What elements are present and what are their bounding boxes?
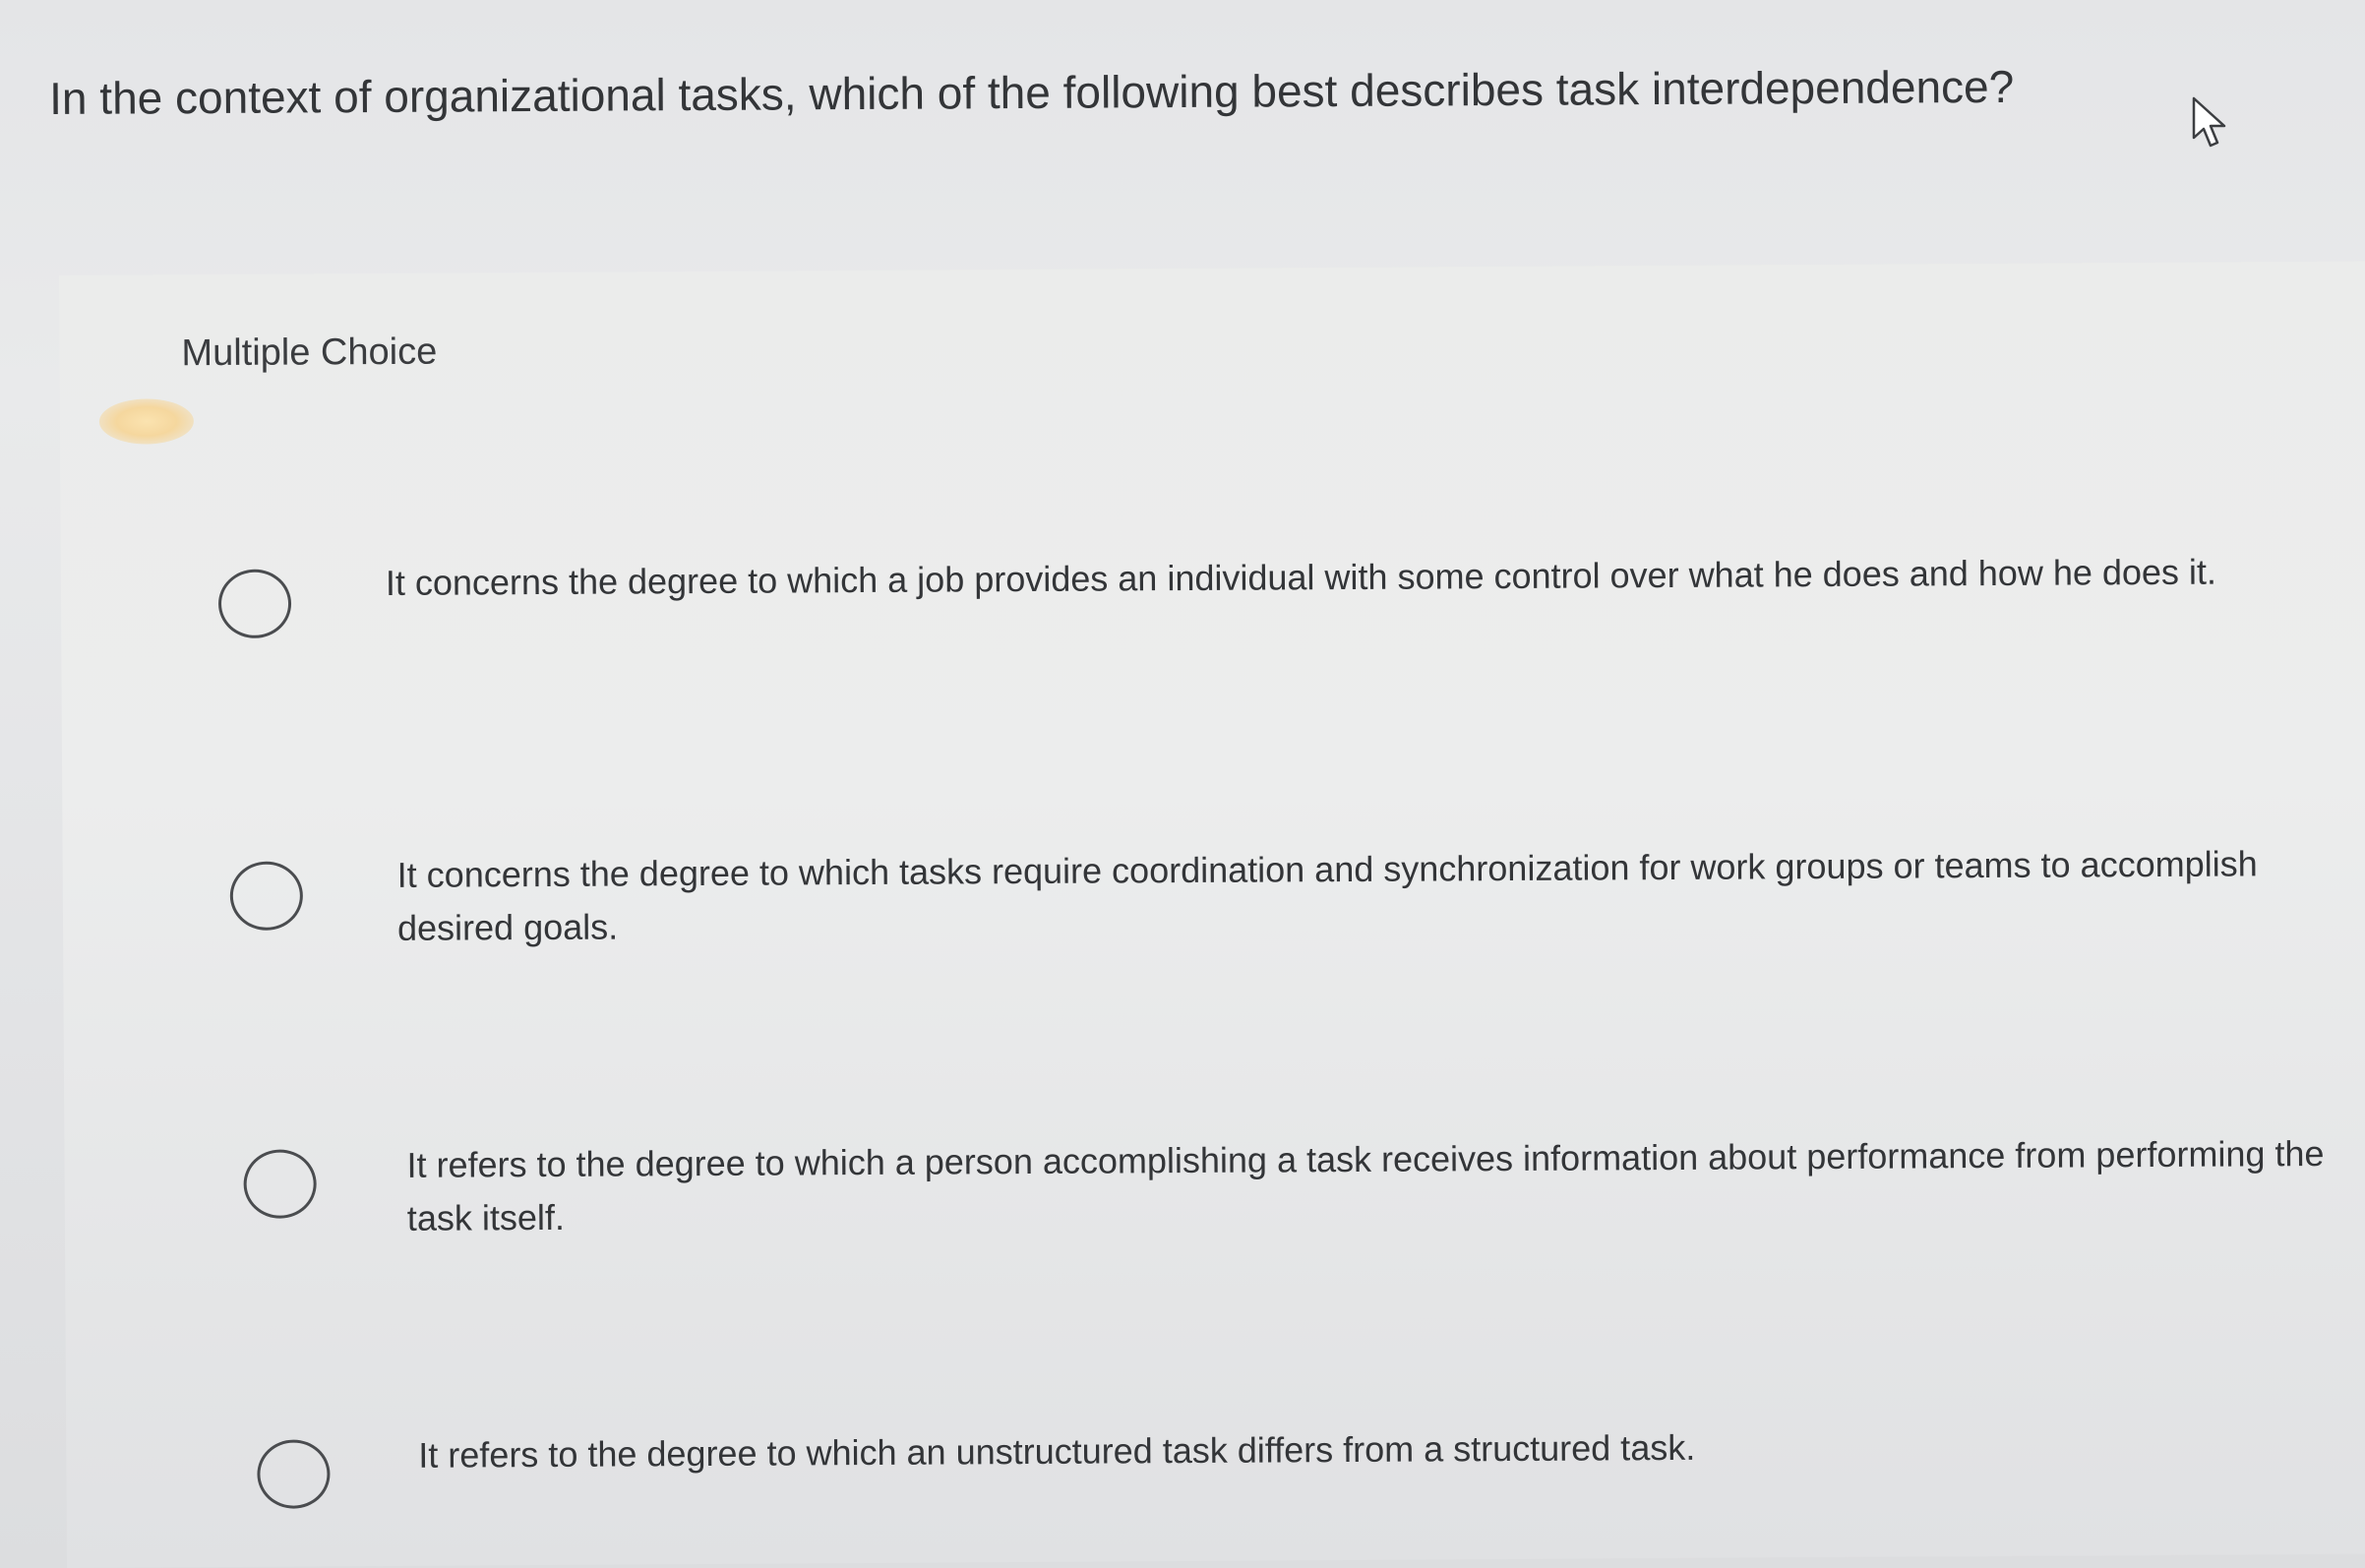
radio-unselected-icon[interactable] (257, 1439, 331, 1509)
multiple-choice-panel: Multiple Choice It concerns the degree t… (59, 261, 2365, 1568)
answer-choice-2[interactable]: It concerns the degree to which tasks re… (63, 843, 2365, 948)
question-text: In the context of organizational tasks, … (49, 60, 2015, 124)
answer-choice-text: It refers to the degree to which a perso… (406, 1132, 2325, 1238)
radio-unselected-icon[interactable] (243, 1149, 317, 1219)
answer-choice-text: It refers to the degree to which an unst… (418, 1426, 1696, 1476)
radio-unselected-icon[interactable] (229, 861, 304, 931)
answer-choice-text: It concerns the degree to which a job pr… (385, 551, 2217, 603)
radio-unselected-icon[interactable] (217, 569, 292, 639)
answer-choices: It concerns the degree to which a job pr… (59, 262, 2365, 1568)
answer-choice-text: It concerns the degree to which tasks re… (396, 843, 2258, 948)
answer-choice-4[interactable]: It refers to the degree to which an unst… (66, 1427, 2365, 1509)
mouse-pointer-icon (2192, 96, 2226, 148)
answer-choice-3[interactable]: It refers to the degree to which a perso… (64, 1133, 2365, 1238)
quiz-page: In the context of organizational tasks, … (0, 0, 2365, 1568)
answer-choice-1[interactable]: It concerns the degree to which a job pr… (61, 552, 2365, 639)
